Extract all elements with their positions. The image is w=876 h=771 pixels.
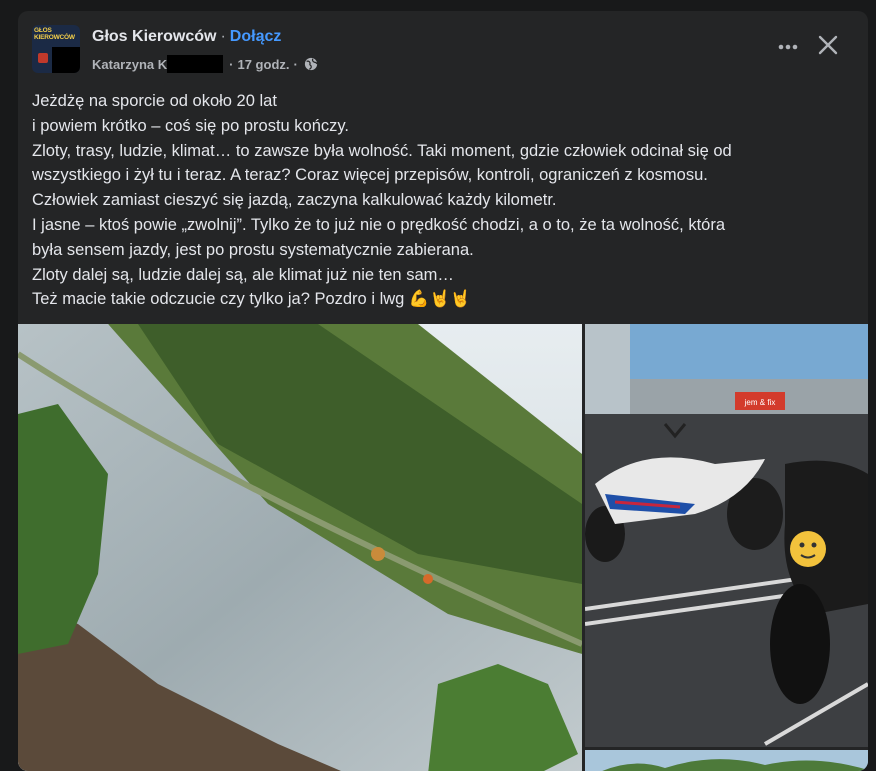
post-text-line: Zloty dalej są, ludzie dalej są, ale kli… [32, 265, 454, 284]
post-text-line: Też macie takie odczucie czy tylko ja? P… [32, 290, 471, 309]
post-text-line: wszystkiego i żył tu i teraz. A teraz? C… [32, 166, 708, 185]
post-text-line: i powiem krótko – coś się po prostu końc… [32, 116, 349, 135]
group-name-link[interactable]: Głos Kierowców [92, 28, 216, 45]
post-text: Jeżdżę na sporcie od około 20 lat i powi… [32, 89, 848, 312]
close-button[interactable] [816, 33, 840, 57]
lake-photo[interactable] [18, 324, 582, 771]
post-text-line: Człowiek zamiast cieszyć się jazdą, zacz… [32, 191, 557, 210]
post-header: GŁOS KIEROWCÓW Głos Kierowców · Dołącz Kat… [32, 25, 854, 75]
meta-separator-2: · [293, 56, 298, 72]
author-name-link[interactable]: Katarzyna K [92, 57, 167, 72]
more-dots-icon [778, 44, 798, 50]
post-text-line: Jeżdżę na sporcie od około 20 lat [32, 92, 277, 110]
globe-icon [304, 57, 318, 71]
post-timestamp[interactable]: 17 godz. [237, 57, 289, 72]
third-photo[interactable] [585, 750, 868, 771]
redacted-avatar [52, 47, 80, 73]
meta-separator: · [229, 56, 234, 72]
post-card: GŁOS KIEROWCÓW Głos Kierowców · Dołącz Kat… [18, 11, 868, 771]
post-text-line: Zloty, trasy, ludzie, klimat… to zawsze … [32, 141, 732, 160]
close-icon [818, 35, 838, 55]
post-meta: Katarzyna K · 17 godz. · [92, 55, 318, 73]
join-group-button[interactable]: Dołącz [230, 28, 282, 45]
redacted-author-name [167, 55, 224, 73]
avatar-logo-text: GŁOS KIEROWCÓW [34, 27, 75, 41]
title-separator: · [220, 28, 226, 45]
avatar-emblem [38, 53, 48, 63]
motorcycles-photo[interactable]: jem & fix [585, 324, 868, 747]
photo-grid: jem & fix [18, 324, 868, 771]
group-avatar[interactable]: GŁOS KIEROWCÓW [32, 25, 80, 73]
post-title-line: Głos Kierowców · Dołącz [92, 28, 281, 46]
store-sign-text: jem & fix [744, 398, 776, 407]
post-text-line: I jasne – ktoś powie „zwolnij”. Tylko że… [32, 215, 726, 234]
post-text-line: była sensem jazdy, jest po prostu system… [32, 240, 474, 259]
more-options-button[interactable] [776, 35, 800, 65]
